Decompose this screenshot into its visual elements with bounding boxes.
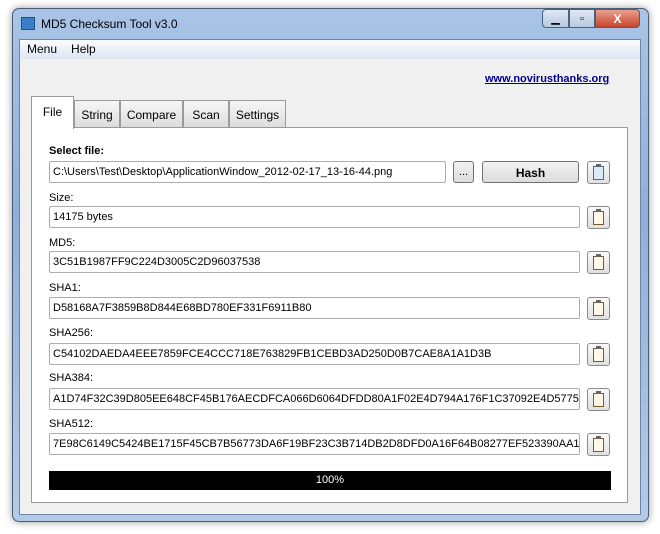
tab-file[interactable]: File: [31, 96, 74, 129]
hash-button[interactable]: Hash: [482, 161, 579, 183]
sha1-field[interactable]: D58168A7F3859B8D844E68BD780EF331F6911B80: [49, 297, 580, 319]
browse-button[interactable]: ...: [453, 161, 474, 183]
tab-scan[interactable]: Scan: [183, 100, 229, 128]
copy-sha1-button[interactable]: [587, 297, 610, 320]
clipboard-icon: [593, 435, 604, 452]
save-report-button[interactable]: [587, 161, 610, 184]
tab-settings[interactable]: Settings: [229, 100, 286, 128]
sha512-label: SHA512:: [49, 418, 94, 430]
clipboard-icon: [593, 253, 604, 270]
menu-help[interactable]: Help: [64, 40, 103, 59]
close-button[interactable]: X: [595, 9, 640, 28]
sha1-label: SHA1:: [49, 282, 81, 294]
copy-sha384-button[interactable]: [587, 388, 610, 411]
window-title: MD5 Checksum Tool v3.0: [41, 17, 178, 31]
sha256-label: SHA256:: [49, 327, 94, 339]
client-area: Menu Help www.novirusthanks.org File Str…: [19, 39, 641, 515]
md5-field[interactable]: 3C51B1987FF9C224D3005C2D96037538: [49, 251, 580, 273]
copy-sha512-button[interactable]: [587, 433, 610, 456]
tab-compare[interactable]: Compare: [120, 100, 183, 128]
file-panel: Select file: C:\Users\Test\Desktop\Appli…: [31, 127, 628, 503]
progress-label: 100%: [315, 474, 345, 486]
clipboard-icon: [593, 299, 604, 316]
size-label: Size:: [49, 192, 74, 204]
file-path-input[interactable]: C:\Users\Test\Desktop\ApplicationWindow_…: [49, 161, 446, 183]
clipboard-icon: [593, 390, 604, 407]
sha512-field[interactable]: 7E98C6149C5424BE1715F45CB7B56773DA6F19BF…: [49, 433, 580, 455]
progress-bar: 100%: [49, 471, 611, 490]
clipboard-icon: [593, 208, 604, 225]
sha256-field[interactable]: C54102DAEDA4EEE7859FCE4CCC718E763829FB1C…: [49, 343, 580, 365]
clipboard-icon: [593, 345, 604, 362]
minimize-button[interactable]: ▁: [542, 9, 569, 28]
md5-label: MD5:: [49, 237, 76, 249]
select-file-label: Select file:: [49, 145, 105, 157]
copy-size-button[interactable]: [587, 206, 610, 229]
save-icon: [593, 163, 604, 180]
website-link[interactable]: www.novirusthanks.org: [485, 73, 609, 85]
sha384-label: SHA384:: [49, 372, 94, 384]
maximize-button[interactable]: ▫: [569, 9, 595, 28]
menu-bar: Menu Help: [20, 40, 640, 59]
tab-string[interactable]: String: [74, 100, 120, 128]
size-field[interactable]: 14175 bytes: [49, 206, 580, 228]
copy-sha256-button[interactable]: [587, 343, 610, 366]
copy-md5-button[interactable]: [587, 251, 610, 274]
sha384-field[interactable]: A1D74F32C39D805EE648CF45B176AECDFCA066D6…: [49, 388, 580, 410]
app-icon: [21, 17, 35, 30]
menu-menu[interactable]: Menu: [20, 40, 64, 59]
